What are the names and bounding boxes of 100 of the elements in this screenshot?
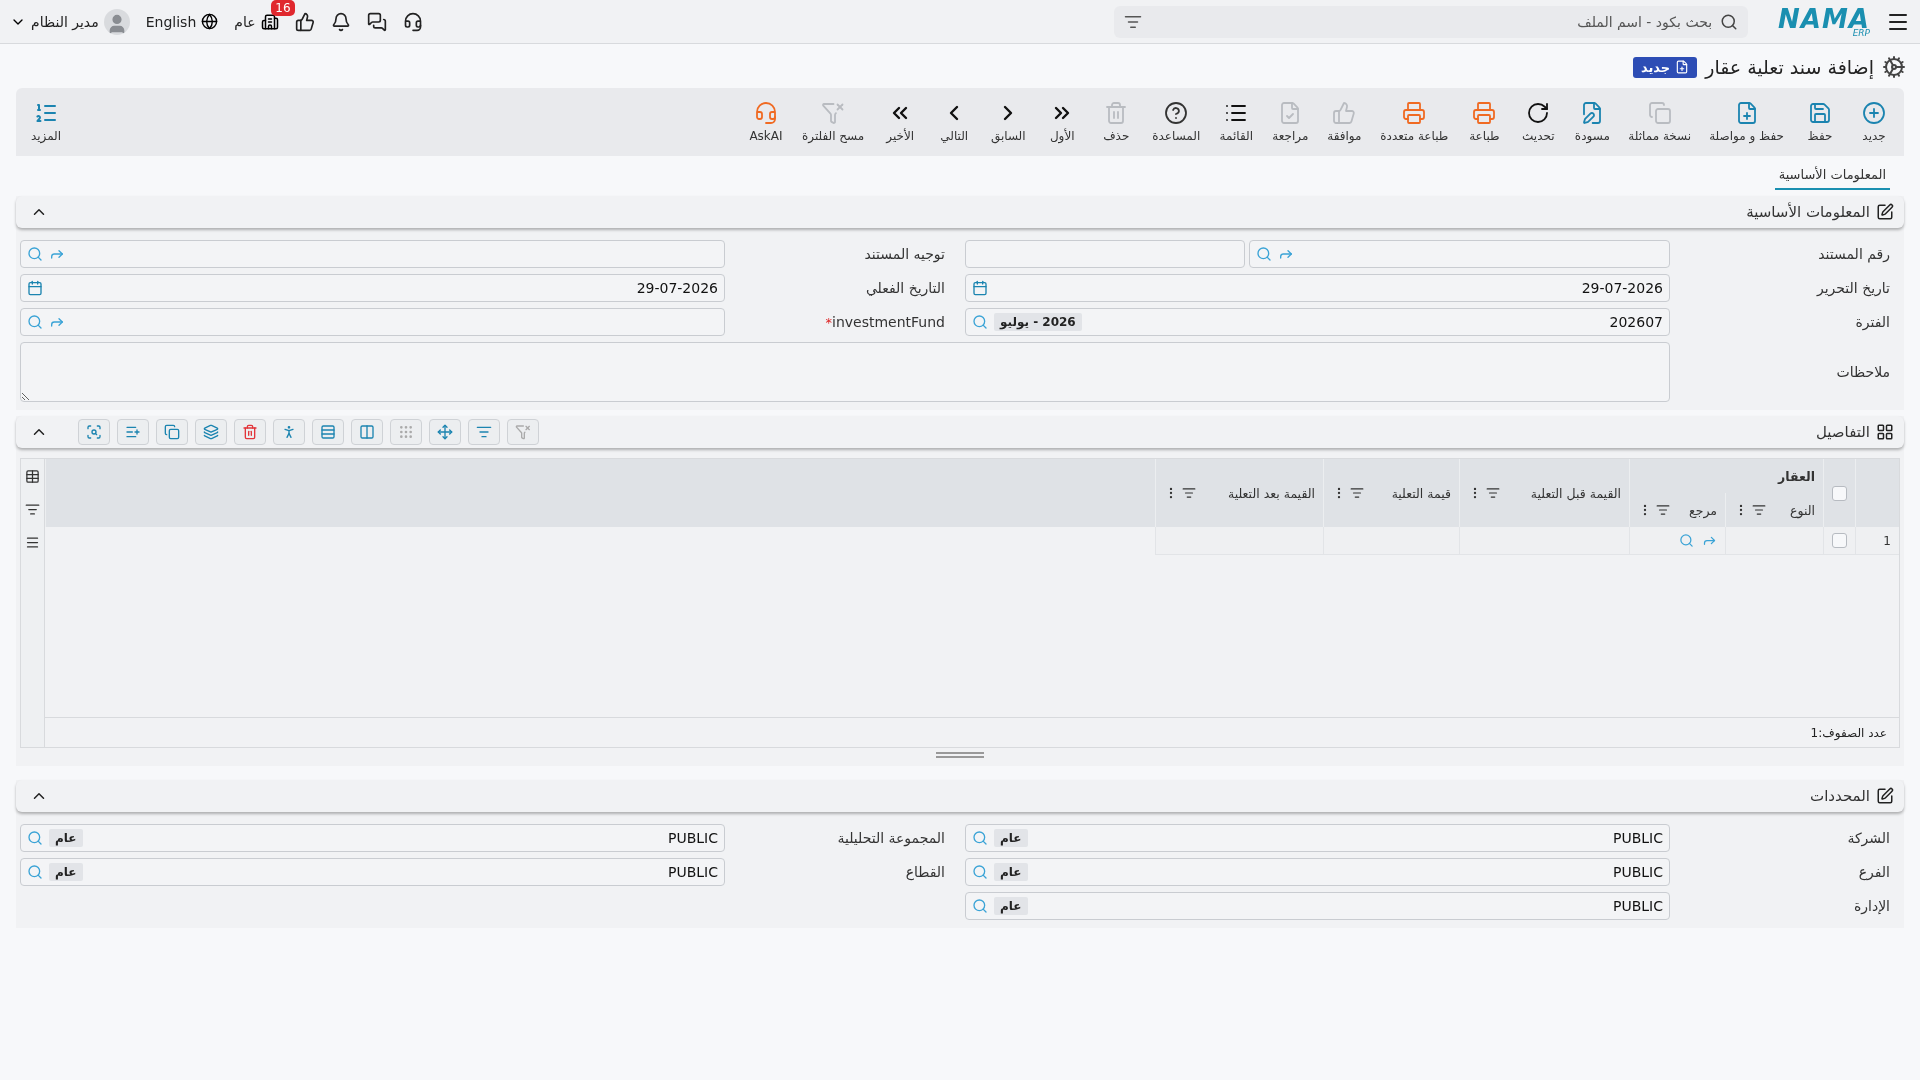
date-field[interactable]: 29-07-2026 [20,274,725,302]
thumbs-up-icon[interactable] [294,11,315,32]
search-icon [972,864,988,880]
toolbar-button[interactable]: حفظ و مواصلة [1705,101,1788,143]
tab[interactable]: المعلومات الأساسية [1774,163,1890,190]
text-field[interactable] [965,240,1246,268]
avatar-icon [103,8,130,35]
headset-icon[interactable] [402,11,423,32]
search-button[interactable] [972,898,988,914]
search-button[interactable] [1256,246,1273,262]
toolbar-button[interactable]: حفظ [1798,101,1842,143]
required-mark: * [825,314,832,330]
search-button[interactable] [972,830,988,846]
add-line-button[interactable] [117,419,149,445]
bell-icon[interactable] [330,11,351,32]
search-field[interactable]: بحث بكود - اسم الملف [1148,12,1715,31]
search-icon [27,864,43,880]
toolbar-button[interactable]: القائمة [1214,101,1259,143]
toolbar-button[interactable]: طباعة [1462,101,1507,143]
toolbar-button[interactable]: تحديث [1516,101,1561,143]
toolbar-button[interactable]: الأول [1040,101,1085,143]
search-button[interactable] [27,830,43,846]
search-button[interactable] [27,314,43,330]
menu-icon[interactable] [25,535,40,550]
notification-badge: 16 [271,0,295,16]
thumbs-up-icon [1332,101,1357,125]
printer-icon [1402,101,1427,125]
toolbar-button[interactable]: السابق [986,101,1031,143]
search-box[interactable]: بحث بكود - اسم الملف [1114,5,1749,38]
fit-columns-button[interactable] [351,419,383,445]
section-title: المعلومات الأساسية [1746,203,1870,221]
page-title: إضافة سند تعلية عقار [1705,56,1874,78]
lookup-field[interactable] [20,240,725,268]
toolbar-button[interactable]: التالي [932,101,977,143]
checkbox[interactable] [1832,533,1847,548]
search-button[interactable] [1679,533,1694,548]
search-icon [972,830,988,846]
value-chip: عام [994,829,1028,847]
filter-button[interactable] [468,419,500,445]
toolbar-button[interactable]: المساعدة [1148,101,1205,143]
toolbar-button[interactable]: طباعة متعددة [1376,101,1453,143]
checkbox[interactable] [1832,485,1847,501]
text-field[interactable] [1249,240,1670,268]
calendar-icon [972,280,988,296]
table-icon[interactable] [25,469,40,484]
notes-field[interactable] [20,342,1670,402]
field-label: الإدارة [1852,898,1891,914]
row-number: 1 [1855,527,1899,555]
language-button[interactable]: English [145,13,219,30]
rows-button[interactable] [312,419,344,445]
edit-icon [1876,203,1894,221]
search-icon [27,314,43,330]
layers-icon [203,424,219,440]
field-label: الفرع [1857,864,1891,880]
delete-icon [242,424,258,440]
search-icon [1720,12,1739,31]
value-chip: عام [49,829,83,847]
value-chip: عام [994,897,1028,915]
gear-icon [1882,55,1906,79]
copy-icon [1647,101,1672,125]
search-button[interactable] [972,864,988,880]
search-button[interactable] [27,246,43,262]
filter-icon[interactable] [1182,486,1196,500]
dots-icon [398,424,414,440]
toolbar-button[interactable]: جديد [1852,101,1896,143]
search-button[interactable] [78,419,110,445]
toolbar-button[interactable]: الأخير [878,101,923,143]
search-icon [1256,246,1273,262]
filter-icon[interactable] [25,502,40,517]
user-menu[interactable]: مدير النظام [10,8,130,35]
search-icon [1679,533,1694,548]
search-button[interactable] [27,864,43,880]
move-button[interactable] [429,419,461,445]
copy-button[interactable] [156,419,188,445]
field-label: توجيه المستند [864,246,946,262]
grid-icon [1876,423,1894,441]
field-label: رقم المستند [1818,246,1891,262]
filter-icon[interactable] [1656,503,1670,517]
filter-icon[interactable] [1350,486,1364,500]
search-button[interactable] [972,314,988,330]
date-field[interactable]: 29-07-2026 [965,274,1670,302]
calendar-button[interactable] [972,280,988,296]
calendar-button[interactable] [27,280,43,296]
fit-columns-icon [359,424,375,440]
section-title: التفاصيل [1815,423,1870,441]
toolbar-button[interactable]: AskAI [743,101,788,143]
filter-icon[interactable] [1752,503,1766,517]
resize-handle[interactable] [936,752,984,758]
layers-button[interactable] [195,419,227,445]
chat-icon[interactable] [366,11,387,32]
filter-icon[interactable] [1486,486,1500,500]
lookup-field[interactable] [20,308,725,336]
field-label: الشركة [1846,830,1891,846]
section-title: المحددات [1810,787,1870,805]
toolbar-button[interactable]: مسودة [1570,101,1615,143]
more-button[interactable]: المزيد [24,101,68,143]
headset-icon [753,101,778,125]
building-icon [260,12,279,31]
column-group-header: العقار [1629,459,1823,493]
delete-button[interactable] [234,419,266,445]
